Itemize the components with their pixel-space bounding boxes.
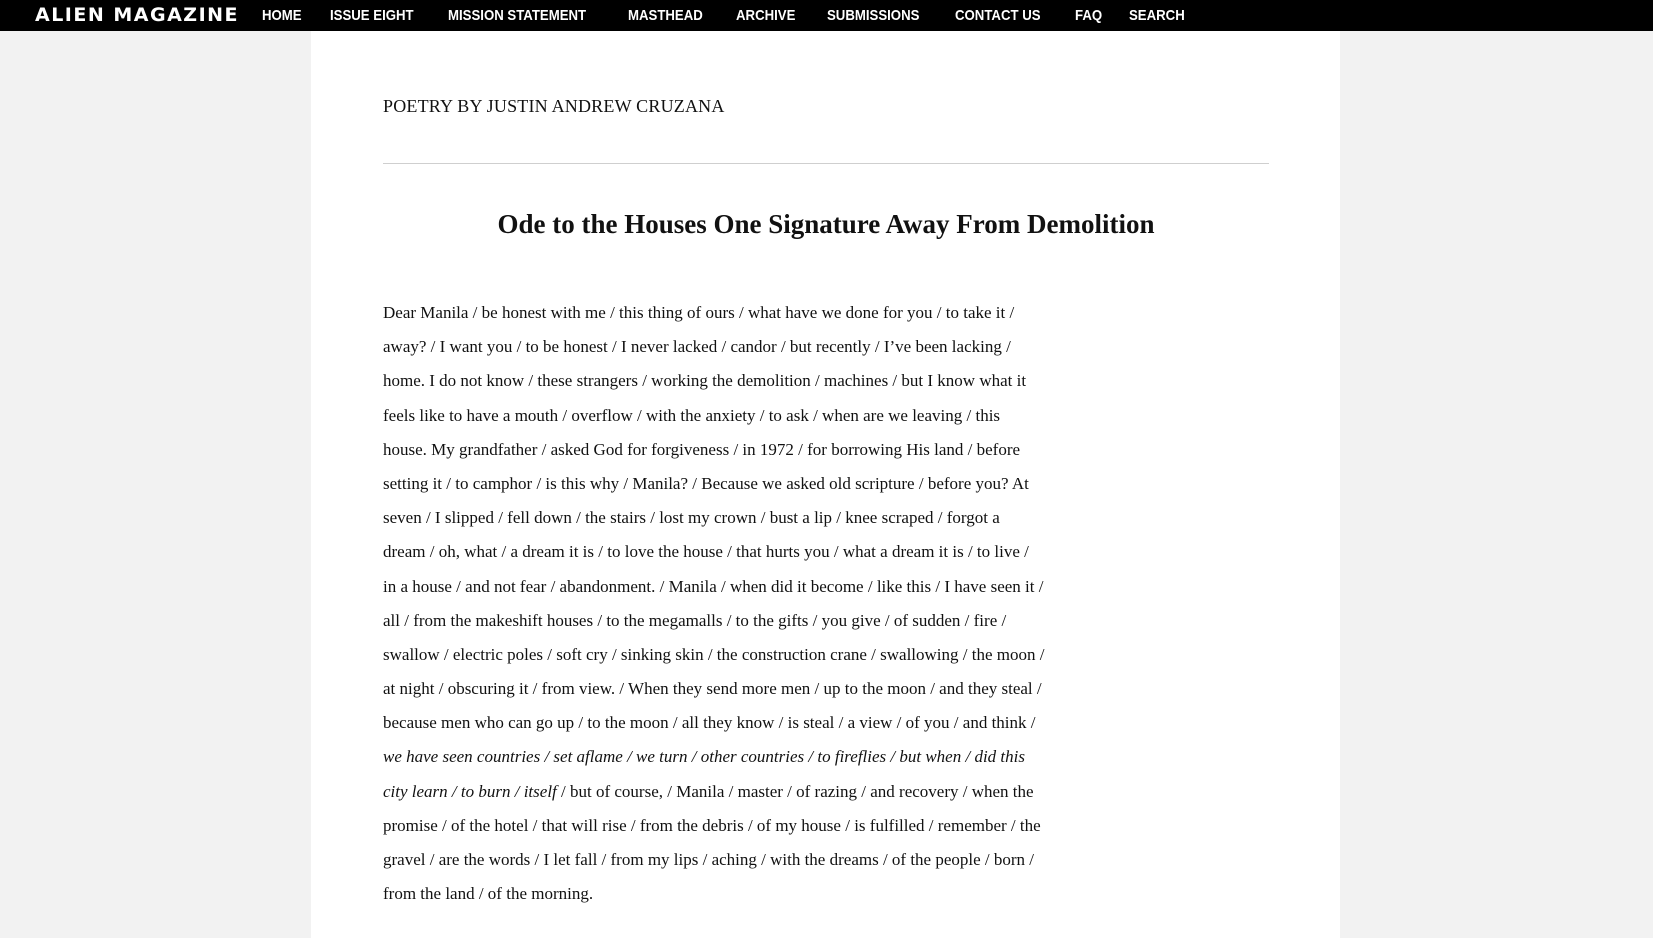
- nav-faq[interactable]: FAQ: [1075, 7, 1102, 24]
- divider: [383, 163, 1269, 164]
- poem-line: in a house / and not fear / abandonment.…: [383, 576, 1044, 596]
- top-navigation-bar: ALIEN MAGAZINE HOME ISSUE EIGHT MISSION …: [0, 0, 1653, 31]
- poem-line: Dear Manila / be honest with me / this t…: [383, 303, 1015, 322]
- nav-masthead[interactable]: MASTHEAD: [628, 7, 703, 24]
- poem-line: seven / I slipped / fell down / the stai…: [383, 508, 1000, 528]
- poem-line: home. I do not know / these strangers / …: [383, 371, 1027, 391]
- poem-line: away? / I want you / to be honest / I ne…: [383, 337, 1011, 357]
- poem-line: house. My grandfather / asked God for fo…: [383, 439, 1021, 459]
- poem-line: all / from the makeshift houses / to the…: [383, 610, 1007, 630]
- poem-line: at night / obscuring it / from view. / W…: [383, 679, 1042, 699]
- poem-line: gravel / are the words / I let fall / fr…: [383, 850, 1035, 869]
- poem-line-italic: we have seen countries / set aflame / we…: [383, 740, 1083, 774]
- poem-title: Ode to the Houses One Signature Away Fro…: [497, 209, 1155, 239]
- poem-line: from the land / of the morning.: [383, 884, 594, 904]
- italic-text: we have seen countries / set aflame / we…: [383, 747, 1025, 767]
- nav-search[interactable]: SEARCH: [1129, 7, 1185, 24]
- poem-line-text: / but of course, / Manila / master / of …: [556, 781, 1034, 801]
- nav-home[interactable]: HOME: [262, 7, 302, 24]
- italic-text: city learn / to burn / itself: [383, 781, 557, 801]
- poem-body: Dear Manila / be honest with me / this t…: [383, 296, 1083, 911]
- poem-line-mixed: city learn / to burn / itself / but of c…: [383, 775, 1083, 809]
- poem-line: promise / of the hotel / that will rise …: [383, 815, 1041, 835]
- nav-mission-statement[interactable]: MISSION STATEMENT: [448, 7, 586, 24]
- poem-line: because men who can go up / to the moon …: [383, 713, 1036, 733]
- site-logo[interactable]: ALIEN MAGAZINE: [35, 0, 239, 31]
- article-byline: POETRY BY JUSTIN ANDREW CRUZANA: [383, 96, 725, 116]
- poem-line: dream / oh, what / a dream it is / to lo…: [383, 542, 1029, 562]
- poem-line: swallow / electric poles / soft cry / si…: [383, 644, 1045, 664]
- nav-submissions[interactable]: SUBMISSIONS: [827, 7, 919, 24]
- poem-line: feels like to have a mouth / overflow / …: [383, 405, 1001, 425]
- nav-archive[interactable]: ARCHIVE: [736, 7, 795, 24]
- nav-issue-eight[interactable]: ISSUE EIGHT: [330, 7, 414, 24]
- main-nav: HOME ISSUE EIGHT MISSION STATEMENT MASTH…: [262, 0, 1215, 31]
- poem-line: setting it / to camphor / is this why / …: [383, 473, 1029, 493]
- nav-contact-us[interactable]: CONTACT US: [955, 7, 1041, 24]
- article-container: POETRY BY JUSTIN ANDREW CRUZANA Ode to t…: [311, 31, 1340, 938]
